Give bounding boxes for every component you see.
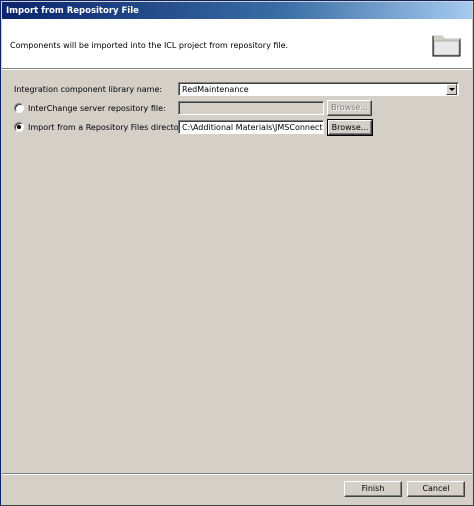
- icl-name-combo[interactable]: RedMaintenance: [178, 82, 459, 96]
- repo-dir-radio[interactable]: [14, 122, 24, 132]
- interchange-file-input[interactable]: [178, 101, 324, 115]
- interchange-radio[interactable]: [14, 103, 24, 113]
- banner: Components will be imported into the ICL…: [2, 19, 472, 69]
- repo-dir-input[interactable]: C:\Additional Materials\JMSConnector: [178, 120, 324, 134]
- interchange-browse-button[interactable]: Browse...: [327, 100, 372, 116]
- folder-icon: [432, 35, 461, 57]
- footer-separator: [2, 473, 472, 475]
- repo-dir-label: Import from a Repository Files directory: [28, 123, 187, 132]
- banner-description: Components will be imported into the ICL…: [10, 41, 289, 50]
- repo-dir-browse-button[interactable]: Browse...: [327, 119, 373, 136]
- import-dialog: Import from Repository File Components w…: [0, 0, 474, 506]
- window-title: Import from Repository File: [2, 2, 472, 19]
- icl-name-label: Integration component library name:: [14, 85, 163, 94]
- banner-separator: [2, 69, 472, 70]
- chevron-down-icon[interactable]: [446, 84, 457, 95]
- cancel-button[interactable]: Cancel: [407, 481, 465, 497]
- interchange-label: InterChange server repository file:: [28, 104, 166, 113]
- icl-name-value: RedMaintenance: [182, 85, 249, 94]
- finish-button[interactable]: Finish: [344, 481, 402, 497]
